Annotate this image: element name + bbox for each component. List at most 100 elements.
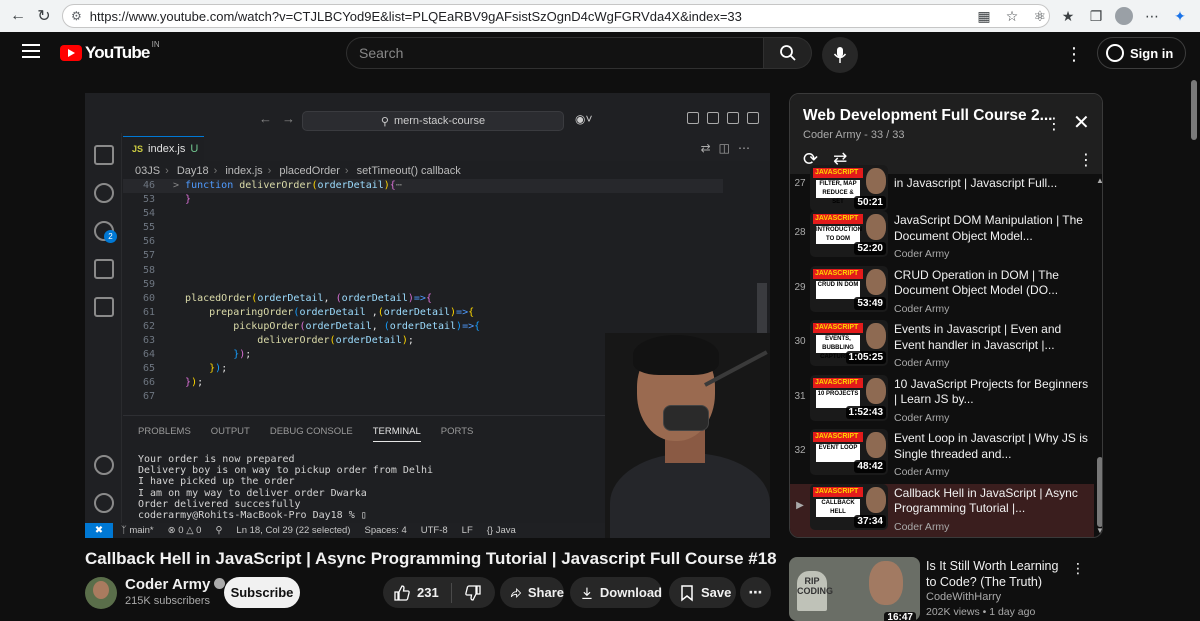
editor-breadcrumb: 03JS › Day18 › index.js › placedOrder › setT… [135, 165, 461, 177]
playlist-thumbnail[interactable]: JAVASCRIPT EVENT LOOP 48:42 [810, 429, 888, 476]
playlist-item[interactable]: 29 JAVASCRIPT CRUD IN DOM 53:49 CRUD Operati… [790, 265, 1094, 321]
extension-icon[interactable]: ⚛ [1028, 4, 1052, 28]
playlist-item-channel: Coder Army [894, 248, 950, 260]
related-duration: 16:47 [884, 612, 916, 621]
scroll-up-icon[interactable]: ▲ [1096, 176, 1102, 185]
playlist-thumbnail[interactable]: JAVASCRIPT FILTER, MAP REDUCE & SET 50:21 [810, 165, 888, 211]
playlist-thumbnail[interactable]: JAVASCRIPT CALLBACK HELL 37:34 [810, 483, 888, 530]
site-info-icon[interactable]: ⚙ [71, 9, 82, 23]
refresh-icon[interactable]: ↻ [30, 2, 58, 30]
code-line: 54 [142, 208, 155, 220]
layout-icons [687, 112, 759, 124]
like-button[interactable]: 231 [383, 582, 452, 603]
terminal-output: Your order is now prepared Delivery boy i… [138, 454, 433, 521]
language-label: Java [495, 525, 516, 536]
playlist-item[interactable]: ▶ JAVASCRIPT CALLBACK HELL 37:34 Callback He… [790, 483, 1094, 537]
more-actions-button[interactable]: ⋯ [740, 577, 771, 608]
playlist-thumbnail[interactable]: JAVASCRIPT INTRODUCTION TO DOM 52:20 [810, 211, 888, 257]
thumbnail-topic: CRUD IN DOM [816, 280, 860, 299]
bookmark-icon [681, 584, 693, 602]
address-bar[interactable]: ⚙ https://www.youtube.com/watch?v=CTJLBC… [62, 4, 1050, 28]
related-title[interactable]: Is It Still Worth Learning to Code? (The… [926, 559, 1066, 590]
share-button[interactable]: Share [500, 577, 564, 608]
channel-name[interactable]: Coder Army [125, 576, 226, 593]
collections-icon[interactable]: ❐ [1084, 4, 1108, 28]
playlist-thumbnail[interactable]: JAVASCRIPT 10 PROJECTS 1:52:43 [810, 374, 888, 421]
related-menu-icon[interactable]: ⋮ [1071, 560, 1085, 577]
favorites-icon[interactable]: ★ [1056, 4, 1080, 28]
sign-in-button[interactable]: Sign in [1097, 37, 1187, 69]
tab-grid-icon[interactable]: ▦ [972, 4, 996, 28]
playlist-scrollbar[interactable]: ▲ ▼ [1096, 174, 1102, 537]
playlist-scroll-thumb[interactable] [1097, 457, 1102, 527]
youtube-header: YouTube IN ⋮ Sign in [0, 32, 1200, 74]
code-line: 46 > function deliverOrder(orderDetail){⋯ [123, 179, 723, 194]
panel-tab-ports: PORTS [440, 426, 474, 437]
playlist-item-title[interactable]: CRUD Operation in DOM | The Document Obj… [894, 268, 1094, 299]
breadcrumb-item: Day18 [176, 165, 209, 177]
remote-icon: ✖ [85, 523, 113, 538]
manage-gear-icon [94, 493, 114, 513]
save-button[interactable]: Save [669, 577, 736, 608]
duration-badge: 50:21 [854, 196, 886, 209]
youtube-logo[interactable]: YouTube IN [60, 40, 160, 63]
code-line: 62 pickupOrder(orderDetail, (orderDetail… [142, 320, 481, 332]
terminal-line: I am on my way to deliver order Dwarka [138, 487, 367, 499]
playlist-item[interactable]: 31 JAVASCRIPT 10 PROJECTS 1:52:43 10 JavaScr… [790, 374, 1094, 430]
voice-search-button[interactable] [822, 37, 858, 73]
encoding: UTF-8 [420, 525, 448, 536]
playlist-options-icon[interactable]: ⋮ [1078, 150, 1094, 170]
duration-badge: 52:20 [854, 242, 886, 255]
editor-activity-bar: 2 [85, 133, 122, 538]
download-button[interactable]: Download [570, 577, 662, 608]
video-player[interactable]: ←→ ⚲ mern-stack-course ◉˅ 2 JS index.js … [85, 93, 770, 538]
playlist-item-title[interactable]: JavaScript DOM Manipulation | The Docume… [894, 213, 1094, 244]
scroll-down-icon[interactable]: ▼ [1096, 526, 1102, 535]
playlist-item[interactable]: 32 JAVASCRIPT EVENT LOOP 48:42 Event Loop in… [790, 429, 1094, 484]
presenter-shirt [610, 453, 770, 538]
guide-menu-icon[interactable] [22, 44, 40, 58]
editor-tabbar: JS index.js U ⇄◫⋯ [123, 133, 770, 161]
playlist-thumbnail[interactable]: JAVASCRIPT EVENTS, BUBBLING CAPTURING 1:05… [810, 320, 888, 367]
settings-more-icon[interactable]: ⋮ [1064, 44, 1084, 64]
related-thumbnail[interactable]: RIP CODING 16:47 [789, 557, 920, 621]
playlist-item[interactable]: 30 JAVASCRIPT EVENTS, BUBBLING CAPTURING 1:… [790, 320, 1094, 375]
browser-menu-icon[interactable]: ⋯ [1140, 4, 1164, 28]
playlist-item-title[interactable]: Event Loop in Javascript | Why JS is Sin… [894, 431, 1094, 462]
page-scrollbar[interactable] [1188, 74, 1200, 621]
copilot-icon[interactable]: ✦ [1168, 4, 1192, 28]
search-input[interactable] [346, 37, 764, 69]
tab-label: index.js [148, 143, 186, 155]
thumbnail-banner: JAVASCRIPT [813, 168, 863, 178]
thumbnail-banner: JAVASCRIPT [813, 268, 863, 279]
playlist-menu-icon[interactable]: ⋮ [1046, 114, 1062, 134]
playlist-item-title[interactable]: 10 JavaScript Projects for Beginners | L… [894, 377, 1094, 408]
back-arrow-icon[interactable]: ← [4, 2, 32, 30]
breadcrumb-item: 03JS [135, 165, 161, 177]
playlist-item-title[interactable]: in Javascript | Javascript Full... [894, 176, 1094, 192]
breadcrumb-separator-icon: › [213, 165, 218, 177]
channel-avatar[interactable] [85, 577, 117, 609]
profile-avatar-icon[interactable] [1112, 4, 1136, 28]
thumbnail-banner: JAVASCRIPT [813, 486, 863, 497]
region-code: IN [151, 40, 160, 49]
playlist-item[interactable]: 27 JAVASCRIPT FILTER, MAP REDUCE & SET 50:2… [790, 165, 1094, 211]
code-line: 58 [142, 264, 155, 276]
related-channel[interactable]: CodeWithHarry [926, 591, 1001, 603]
browser-toolbar: ← ↻ ⚙ https://www.youtube.com/watch?v=CT… [0, 0, 1200, 32]
playlist-title[interactable]: Web Development Full Course 2... [803, 107, 1052, 125]
favorite-star-icon[interactable]: ☆ [1000, 4, 1024, 28]
playlist-thumbnail[interactable]: JAVASCRIPT CRUD IN DOM 53:49 [810, 265, 888, 312]
playlist-item[interactable]: 28 JAVASCRIPT INTRODUCTION TO DOM 52:20 Java… [790, 211, 1094, 266]
dislike-button[interactable] [452, 584, 494, 602]
playlist-item-channel: Coder Army [894, 357, 950, 370]
search-button[interactable] [764, 37, 812, 69]
panel-tab-problems: PROBLEMS [138, 426, 191, 437]
playlist-item-title[interactable]: Callback Hell in JavaScript | Async Prog… [894, 486, 1094, 517]
playlist-item-title[interactable]: Events in Javascript | Even and Event ha… [894, 322, 1094, 353]
playlist-index: 32 [794, 445, 806, 457]
editor-tab: JS index.js U [123, 136, 204, 161]
close-icon[interactable]: ✕ [1073, 110, 1090, 135]
duration-badge: 1:52:43 [845, 405, 886, 419]
subscribe-button[interactable]: Subscribe [224, 577, 300, 608]
